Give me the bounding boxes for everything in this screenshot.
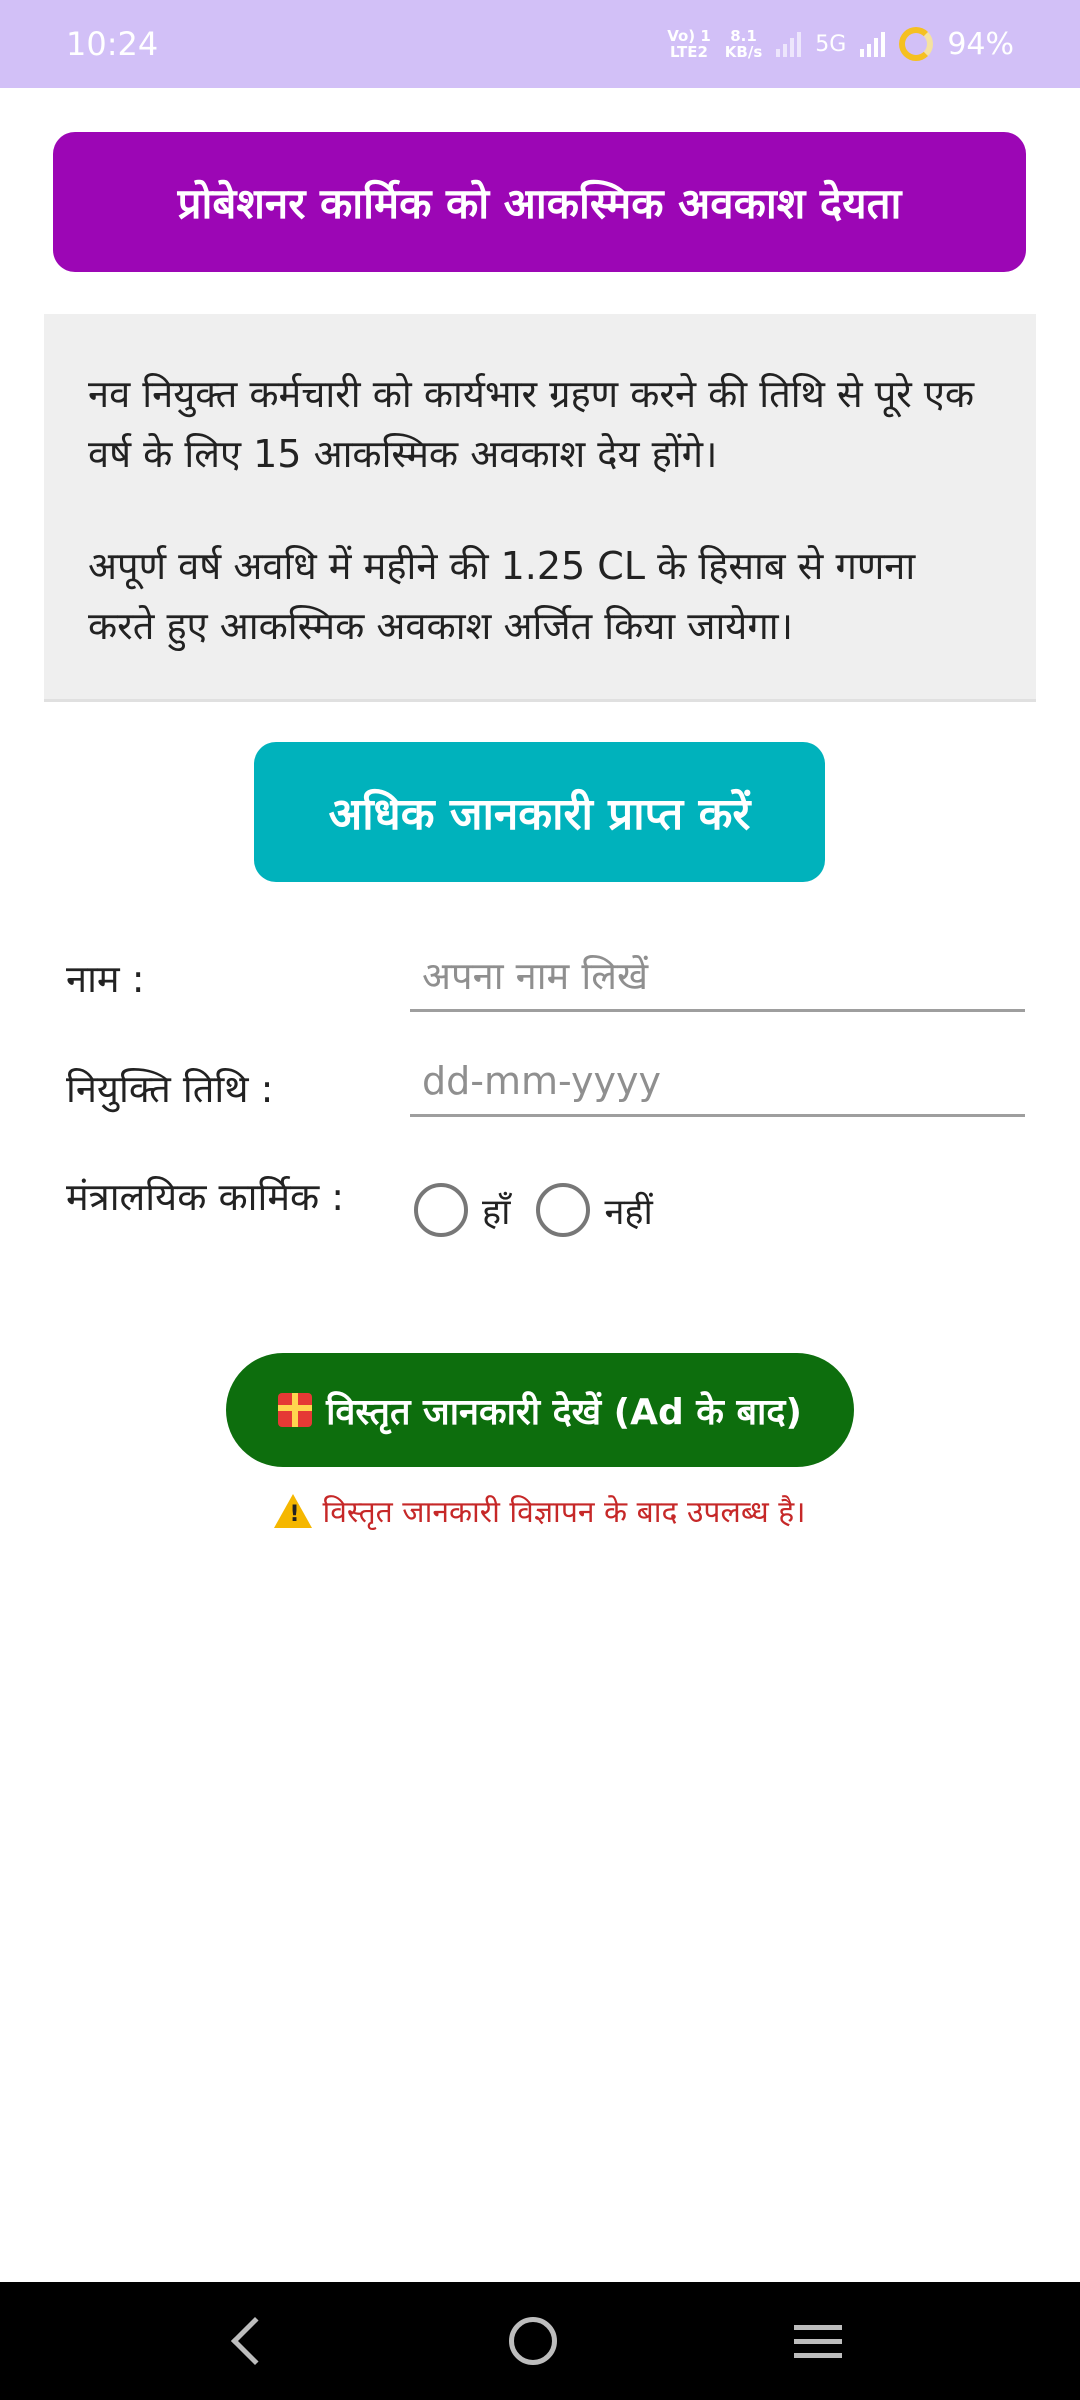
signal-icon-2 [860, 31, 886, 57]
network-speed: 8.1 KB/s [724, 27, 763, 61]
back-icon[interactable] [231, 2316, 280, 2366]
home-icon[interactable] [508, 2317, 557, 2365]
status-icons: Vo) 1 LTE2 8.1 KB/s 5G 94% [667, 27, 1014, 62]
info-paragraph-1: नव नियुक्त कर्मचारी को कार्यभार ग्रहण कर… [88, 372, 975, 476]
name-input[interactable] [410, 942, 1025, 1009]
network-type: 5G [815, 31, 847, 57]
status-bar: 10:24 Vo) 1 LTE2 8.1 KB/s 5G 94% [0, 0, 1080, 88]
ministerial-label: मंत्रालयिक कार्मिक : [66, 1175, 345, 1219]
name-label: नाम : [66, 957, 145, 1001]
radio-no-label: नहीं [604, 1191, 653, 1233]
battery-icon [899, 27, 934, 61]
radio-option-yes[interactable]: हाँ [414, 1183, 510, 1237]
name-field-wrapper [410, 942, 1025, 1012]
signal-icon [776, 31, 802, 57]
detailed-info-label: विस्तृत जानकारी देखें (Ad के बाद) [326, 1391, 802, 1433]
radio-no[interactable] [536, 1183, 591, 1237]
page-title: प्रोबेशनर कार्मिक को आकस्मिक अवकाश देयता [53, 132, 1026, 272]
status-time: 10:24 [66, 25, 159, 63]
radio-yes[interactable] [414, 1183, 468, 1237]
info-paragraph-2: अपूर्ण वर्ष अवधि में महीने की 1.25 CL के… [88, 544, 916, 648]
ministerial-radio-group: हाँ नहीं [414, 1180, 653, 1240]
date-field-wrapper [410, 1047, 1025, 1117]
volte-indicator: Vo) 1 LTE2 [667, 27, 711, 61]
recent-apps-icon[interactable] [793, 2324, 842, 2358]
detailed-info-button[interactable]: विस्तृत जानकारी देखें (Ad के बाद) [226, 1353, 854, 1467]
ad-warning-text: विस्तृत जानकारी विज्ञापन के बाद उपलब्ध ह… [322, 1495, 806, 1530]
radio-yes-label: हाँ [482, 1191, 511, 1233]
ad-warning: ! विस्तृत जानकारी विज्ञापन के बाद उपलब्ध… [0, 1490, 1080, 1531]
info-box: नव नियुक्त कर्मचारी को कार्यभार ग्रहण कर… [44, 314, 1036, 702]
date-label: नियुक्ति तिथि : [66, 1067, 274, 1111]
more-info-button[interactable]: अधिक जानकारी प्राप्त करें [254, 742, 825, 882]
date-input[interactable] [410, 1047, 1025, 1114]
radio-option-no[interactable]: नहीं [536, 1183, 653, 1237]
gift-icon [278, 1393, 313, 1427]
battery-level: 94% [947, 26, 1014, 62]
warning-icon: ! [274, 1493, 313, 1528]
system-nav-bar [0, 2282, 1080, 2400]
